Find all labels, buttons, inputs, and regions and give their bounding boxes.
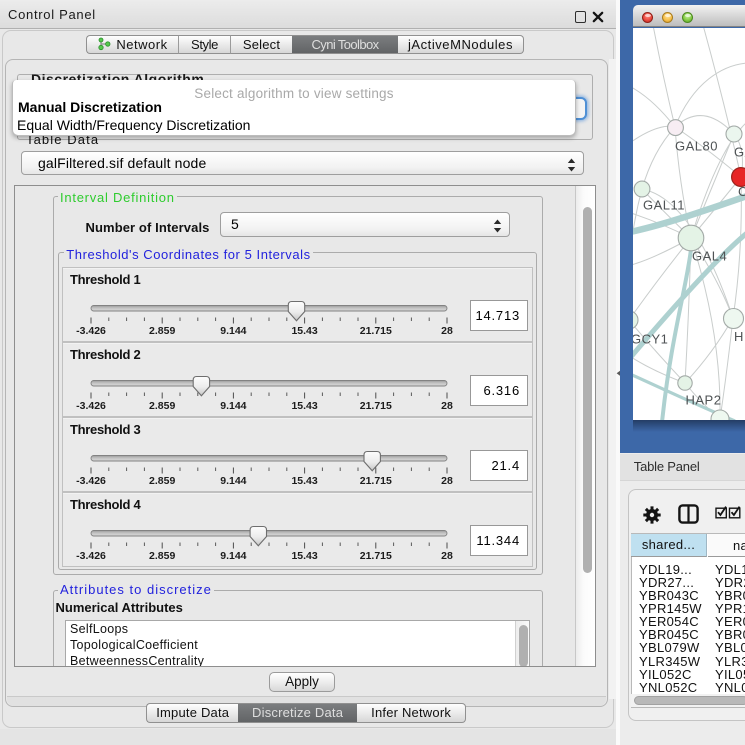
svg-text:28: 28 [441, 550, 453, 562]
svg-text:HAP2: HAP2 [686, 393, 722, 408]
svg-text:9.144: 9.144 [220, 475, 246, 487]
svg-text:-3.426: -3.426 [76, 550, 106, 562]
svg-text:21.715: 21.715 [360, 325, 392, 337]
svg-text:-3.426: -3.426 [76, 400, 106, 412]
svg-text:GAL4: GAL4 [692, 249, 727, 264]
svg-text:21.715: 21.715 [360, 475, 392, 487]
svg-text:2.859: 2.859 [149, 325, 175, 337]
svg-text:15.43: 15.43 [291, 400, 317, 412]
svg-text:2.859: 2.859 [149, 550, 175, 562]
svg-text:21.715: 21.715 [360, 400, 392, 412]
svg-text:H: H [734, 329, 744, 344]
svg-text:15.43: 15.43 [291, 550, 317, 562]
svg-text:21.715: 21.715 [360, 550, 392, 562]
svg-text:GAL11: GAL11 [643, 198, 685, 213]
svg-text:28: 28 [441, 325, 453, 337]
svg-text:28: 28 [441, 475, 453, 487]
svg-text:28: 28 [441, 400, 453, 412]
svg-text:9.144: 9.144 [220, 400, 246, 412]
svg-text:15.43: 15.43 [291, 475, 317, 487]
svg-text:-3.426: -3.426 [76, 325, 106, 337]
svg-text:2.859: 2.859 [149, 475, 175, 487]
svg-text:15.43: 15.43 [291, 325, 317, 337]
svg-text:2.859: 2.859 [149, 400, 175, 412]
svg-text:GAL80: GAL80 [675, 139, 718, 154]
svg-text:GCY1: GCY1 [633, 332, 668, 347]
svg-text:-3.426: -3.426 [76, 475, 106, 487]
svg-text:C: C [738, 184, 745, 199]
svg-text:9.144: 9.144 [220, 550, 246, 562]
svg-text:GA: GA [734, 145, 745, 160]
svg-text:9.144: 9.144 [220, 325, 246, 337]
